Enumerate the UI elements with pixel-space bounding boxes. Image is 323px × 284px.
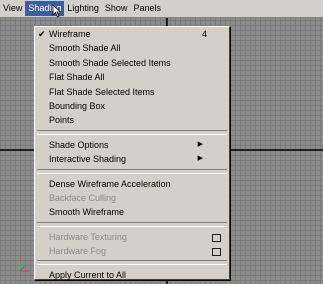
menu-item-smooth-wireframe[interactable]: Smooth Wireframe bbox=[35, 205, 229, 219]
menu-item-label: Flat Shade Selected Items bbox=[49, 86, 155, 97]
menu-item-shortcut: 4 bbox=[201, 29, 207, 39]
menubar-item-lighting[interactable]: Lighting bbox=[64, 1, 102, 16]
menu-item-bounding-box[interactable]: Bounding Box bbox=[35, 99, 229, 113]
menu-item-dense-wireframe-acceleration[interactable]: Dense Wireframe Acceleration bbox=[35, 177, 229, 191]
menu-item-label: Smooth Shade All bbox=[49, 43, 121, 54]
menubar-item-show[interactable]: Show bbox=[102, 1, 131, 16]
menu-item-flat-shade-selected-items[interactable]: Flat Shade Selected Items bbox=[35, 85, 229, 99]
menu-separator bbox=[37, 221, 227, 227]
menu-item-apply-current-to-all[interactable]: Apply Current to All bbox=[35, 268, 229, 282]
menu-item-label: Wireframe bbox=[49, 29, 91, 39]
menu-item-label: Flat Shade All bbox=[49, 72, 105, 83]
menu-separator bbox=[37, 129, 227, 135]
shading-menu: ✔ Wireframe 4 Smooth Shade All Smooth Shade … bbox=[34, 26, 230, 280]
option-box-icon[interactable] bbox=[212, 233, 221, 242]
menubar-item-panels[interactable]: Panels bbox=[130, 1, 164, 16]
check-icon: ✔ bbox=[38, 29, 46, 39]
menu-separator bbox=[37, 168, 227, 174]
menu-item-label: Hardware Texturing bbox=[49, 231, 127, 242]
menu-item-shade-options[interactable]: Shade Options ▶ bbox=[35, 138, 229, 152]
origin-axes-icon bbox=[19, 261, 30, 272]
menu-item-label: Backface Culling bbox=[49, 192, 117, 203]
menu-item-label: Points bbox=[49, 115, 75, 126]
menu-item-backface-culling: Backface Culling bbox=[35, 191, 229, 205]
menu-item-label: Smooth Shade Selected Items bbox=[49, 57, 171, 68]
menu-item-label: Smooth Wireframe bbox=[49, 207, 125, 218]
menu-item-label: Bounding Box bbox=[49, 100, 106, 111]
menu-item-label: Apply Current to All bbox=[49, 270, 127, 281]
menu-item-label: Shade Options bbox=[49, 139, 109, 150]
menu-item-label: Hardware Fog bbox=[49, 246, 107, 257]
menu-item-hardware-fog: Hardware Fog bbox=[35, 244, 229, 258]
menubar-item-view[interactable]: View bbox=[0, 1, 25, 16]
menu-item-hardware-texturing: Hardware Texturing bbox=[35, 230, 229, 244]
submenu-arrow-icon: ▶ bbox=[197, 140, 203, 148]
panel-menubar: View Shading Lighting Show Panels bbox=[0, 0, 323, 18]
submenu-arrow-icon: ▶ bbox=[197, 155, 203, 163]
menu-item-smooth-shade-selected-items[interactable]: Smooth Shade Selected Items bbox=[35, 56, 229, 70]
menu-item-smooth-shade-all[interactable]: Smooth Shade All bbox=[35, 41, 229, 55]
menu-item-label: Interactive Shading bbox=[49, 154, 127, 165]
menu-item-label: Dense Wireframe Acceleration bbox=[49, 178, 171, 189]
menu-item-flat-shade-all[interactable]: Flat Shade All bbox=[35, 70, 229, 84]
option-box-icon[interactable] bbox=[212, 248, 221, 257]
menu-item-interactive-shading[interactable]: Interactive Shading ▶ bbox=[35, 152, 229, 166]
menu-item-wireframe[interactable]: ✔ Wireframe 4 bbox=[35, 27, 229, 41]
menu-separator bbox=[37, 260, 227, 266]
menu-item-points[interactable]: Points bbox=[35, 113, 229, 127]
mouse-pointer-icon bbox=[52, 4, 62, 18]
